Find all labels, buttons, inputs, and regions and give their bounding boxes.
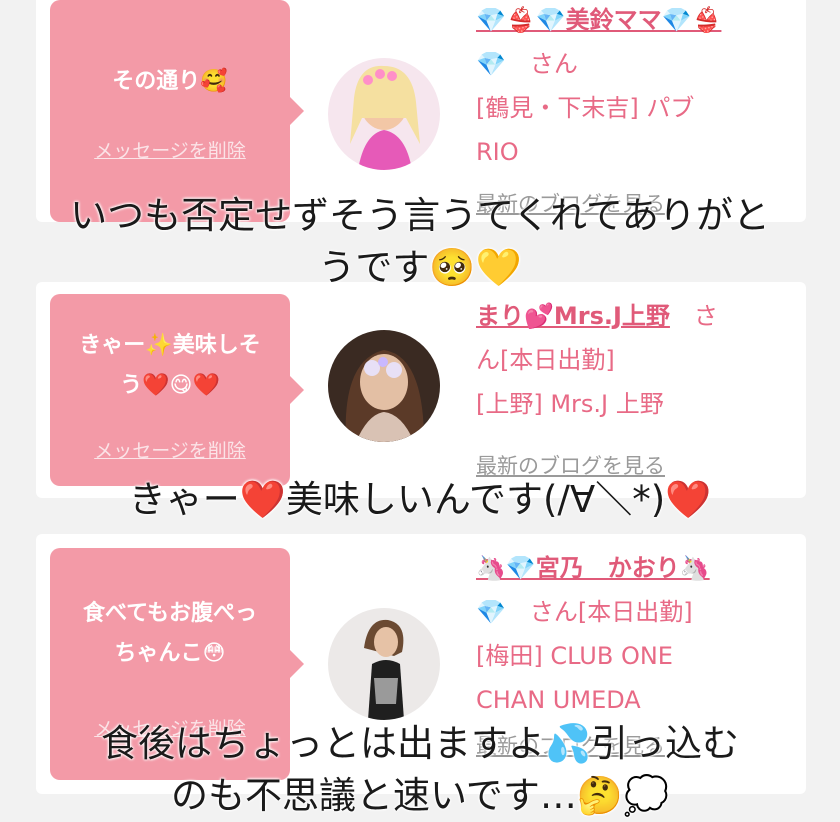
avatar[interactable] — [328, 330, 440, 442]
caption-overlay: きゃー❤️美味しいんです(/∀＼*)❤️ — [0, 474, 840, 526]
attendance-label: 💎 さん[本日出勤] — [476, 598, 693, 626]
message-card: きゃー✨美味しそ う❤️😋❤️ メッセージを削除 まり💕Mrs.J上野 さ ん[… — [36, 282, 806, 498]
san-label: さ — [669, 302, 718, 330]
avatar[interactable] — [328, 58, 440, 170]
message-text-line: ちゃんこ😳 — [114, 641, 226, 666]
shop-line: [鶴見・下末吉] パブ — [476, 94, 695, 122]
caption-overlay: いつも否定せずそう言うてくれてありがと うです🥺💛 — [0, 190, 840, 294]
shop-line: CHAN UMEDA — [476, 686, 641, 714]
cast-name-link[interactable]: 🦄💎宮乃 かおり🦄 — [476, 554, 710, 582]
caption-line: きゃー❤️美味しいんです(/∀＼*)❤️ — [128, 478, 712, 521]
caption-line: 食後はちょっとは出ますよ💦引っ込む — [100, 722, 740, 765]
shop-line: RIO — [476, 138, 519, 166]
message-text-line: う❤️😋❤️ — [120, 373, 220, 398]
caption-overlay: 食後はちょっとは出ますよ💦引っ込む のも不思議と速いです…🤔💭 — [0, 718, 840, 822]
caption-line: のも不思議と速いです…🤔💭 — [170, 774, 670, 817]
cast-name-link[interactable]: まり💕Mrs.J上野 — [476, 302, 670, 330]
cast-name-link[interactable]: 💎👙💎美鈴ママ💎👙 — [476, 6, 721, 34]
attendance-label: ん[本日出勤] — [476, 346, 615, 374]
delete-message-link[interactable]: メッセージを削除 — [50, 436, 290, 463]
caption-line: いつも否定せずそう言うてくれてありがと — [70, 194, 770, 237]
message-text: その通り🥰 — [112, 69, 228, 94]
san-label: 💎 さん — [476, 50, 578, 78]
avatar[interactable] — [328, 608, 440, 720]
message-bubble: きゃー✨美味しそ う❤️😋❤️ メッセージを削除 — [50, 294, 304, 486]
message-text-line: 食べてもお腹ぺっ — [82, 601, 258, 626]
caption-line: うです🥺💛 — [318, 246, 522, 289]
cast-info: 💎👙💎美鈴ママ💎👙 💎 さん [鶴見・下末吉] パブ RIO 最新のブログを見る — [476, 0, 796, 218]
message-card: その通り🥰 メッセージを削除 💎👙💎美鈴ママ💎👙 💎 さん [鶴見・下末吉] パ… — [36, 0, 806, 222]
delete-message-link[interactable]: メッセージを削除 — [50, 136, 290, 163]
cast-info: まり💕Mrs.J上野 さ ん[本日出勤] [上野] Mrs.J 上野 最新のブロ… — [476, 294, 796, 480]
message-bubble: その通り🥰 メッセージを削除 — [50, 0, 304, 222]
shop-line: [上野] Mrs.J 上野 — [476, 390, 664, 418]
message-text-line: きゃー✨美味しそ — [79, 333, 261, 358]
shop-line: [梅田] CLUB ONE — [476, 642, 673, 670]
